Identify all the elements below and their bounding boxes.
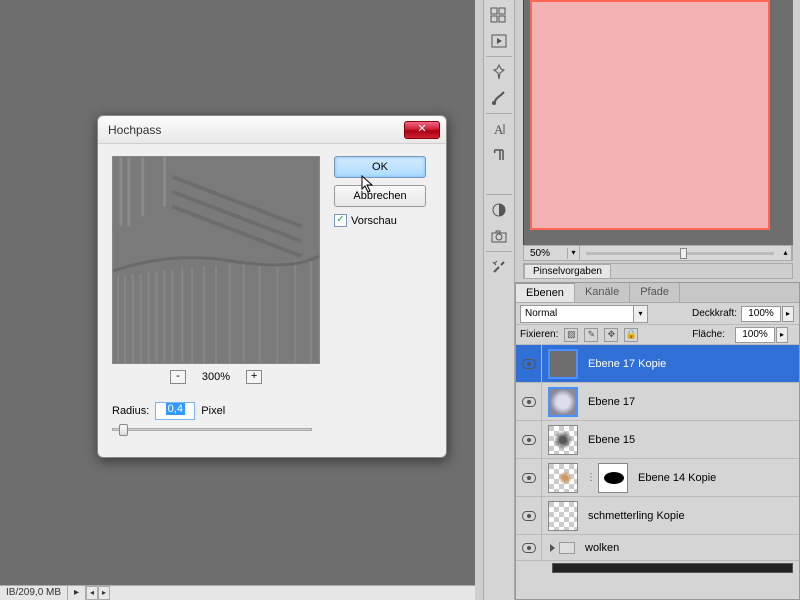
blend-mode-select[interactable]: Normal▾ — [520, 305, 648, 323]
camera-icon[interactable] — [486, 225, 512, 247]
lock-transparency-icon[interactable]: ▨ — [564, 328, 578, 342]
zoom-in-button[interactable]: + — [246, 370, 262, 384]
layer-name[interactable]: wolken — [581, 542, 619, 554]
layer-thumbnail[interactable] — [548, 387, 578, 417]
ok-button[interactable]: OK — [334, 156, 426, 178]
visibility-icon[interactable] — [522, 473, 536, 483]
preview-checkbox-label: Vorschau — [351, 215, 397, 227]
navigator-zoom-value[interactable]: 50% — [524, 248, 568, 259]
opacity-input[interactable]: 100%▸ — [741, 306, 781, 322]
radius-slider[interactable] — [112, 428, 312, 431]
zoom-value: 300% — [202, 371, 230, 383]
fill-flyout-icon[interactable]: ▸ — [776, 327, 788, 343]
cancel-button[interactable]: Abbrechen — [334, 185, 426, 207]
visibility-icon[interactable] — [522, 543, 536, 553]
layer-row[interactable]: Ebene 15 — [516, 421, 799, 459]
tab-ebenen[interactable]: Ebenen — [516, 283, 575, 302]
brush-presets-panel: Pinselvorgaben — [523, 263, 793, 279]
slider-thumb[interactable] — [119, 424, 128, 436]
layers-panel: Ebenen Kanäle Pfade Normal▾ Deckkraft: 1… — [515, 282, 800, 600]
chevron-down-icon: ▾ — [633, 306, 647, 322]
lock-position-icon[interactable]: ✥ — [604, 328, 618, 342]
lock-all-icon[interactable]: 🔒 — [624, 328, 638, 342]
h-scroll-arrows[interactable]: ◂▸ — [86, 586, 110, 600]
character-icon[interactable]: A — [486, 118, 512, 140]
visibility-icon[interactable] — [522, 359, 536, 369]
paragraph-icon[interactable] — [486, 144, 512, 166]
zoom-out-button[interactable]: - — [170, 370, 186, 384]
opacity-label: Deckkraft: — [692, 308, 737, 319]
visibility-icon[interactable] — [522, 397, 536, 407]
fill-label: Fläche: — [692, 329, 725, 340]
layer-thumbnail[interactable] — [548, 349, 578, 379]
status-bar: IB/209,0 MB ▸ ◂▸ — [0, 585, 475, 600]
pin-icon[interactable] — [486, 61, 512, 83]
navigator-zoom-bar: 50% ▾ ▴ — [523, 245, 793, 261]
layer-thumbnail[interactable] — [548, 463, 578, 493]
visibility-icon[interactable] — [522, 511, 536, 521]
expand-icon[interactable] — [550, 544, 555, 552]
arrange-icon[interactable] — [486, 4, 512, 26]
nav-zoom-out[interactable]: ▾ — [568, 246, 580, 260]
layer-row[interactable]: schmetterling Kopie — [516, 497, 799, 535]
brush-preset-icon[interactable] — [486, 87, 512, 109]
layer-name[interactable]: Ebene 17 Kopie — [584, 358, 666, 370]
layer-thumbnail[interactable] — [548, 425, 578, 455]
preview-checkbox[interactable]: ✓ — [334, 214, 347, 227]
nav-zoom-slider[interactable] — [586, 252, 774, 255]
layer-name[interactable]: Ebene 14 Kopie — [634, 472, 716, 484]
link-icon: ⋮ — [584, 472, 598, 483]
memory-status: IB/209,0 MB — [0, 586, 68, 600]
dialog-title: Hochpass — [108, 123, 404, 137]
tab-pfade[interactable]: Pfade — [630, 283, 680, 302]
svg-text:A: A — [494, 122, 504, 136]
mask-thumbnail[interactable] — [598, 463, 628, 493]
filter-preview[interactable] — [112, 156, 320, 364]
close-button[interactable]: ✕ — [404, 121, 440, 139]
radius-label: Radius: — [112, 405, 149, 417]
layer-row[interactable]: ⋮ Ebene 14 Kopie — [516, 459, 799, 497]
vertical-toolstrip: A — [483, 0, 515, 600]
tab-kanaele[interactable]: Kanäle — [575, 283, 630, 302]
navigator-panel — [523, 0, 793, 245]
adjustments-icon[interactable] — [486, 199, 512, 221]
dialog-titlebar[interactable]: Hochpass ✕ — [98, 116, 446, 144]
visibility-icon[interactable] — [522, 435, 536, 445]
radius-unit: Pixel — [201, 405, 225, 417]
lock-paint-icon[interactable]: ✎ — [584, 328, 598, 342]
layer-name[interactable]: Ebene 15 — [584, 434, 635, 446]
layer-group-row[interactable]: wolken — [516, 535, 799, 561]
radius-input[interactable]: 0,4 — [155, 402, 195, 420]
layer-thumbnail[interactable] — [548, 501, 578, 531]
layer-row[interactable]: Ebene 17 — [516, 383, 799, 421]
nav-zoom-in[interactable]: ▴ — [780, 246, 792, 260]
zoom-popup-icon[interactable]: ▸ — [68, 586, 86, 600]
highpass-dialog: Hochpass ✕ — [97, 115, 447, 458]
layer-name[interactable]: Ebene 17 — [584, 396, 635, 408]
folder-icon — [559, 542, 575, 554]
tools-icon[interactable] — [486, 256, 512, 278]
play-icon[interactable] — [486, 30, 512, 52]
navigator-view[interactable] — [530, 0, 770, 230]
brush-presets-tab[interactable]: Pinselvorgaben — [524, 264, 611, 278]
layer-row-partial[interactable] — [552, 563, 793, 573]
opacity-flyout-icon[interactable]: ▸ — [782, 306, 794, 322]
fill-input[interactable]: 100%▸ — [735, 327, 775, 343]
layer-row[interactable]: Ebene 17 Kopie — [516, 345, 799, 383]
layer-name[interactable]: schmetterling Kopie — [584, 510, 685, 522]
layer-list: Ebene 17 Kopie Ebene 17 Ebene 15 ⋮ Ebene… — [516, 345, 799, 579]
lock-label: Fixieren: — [520, 329, 558, 340]
